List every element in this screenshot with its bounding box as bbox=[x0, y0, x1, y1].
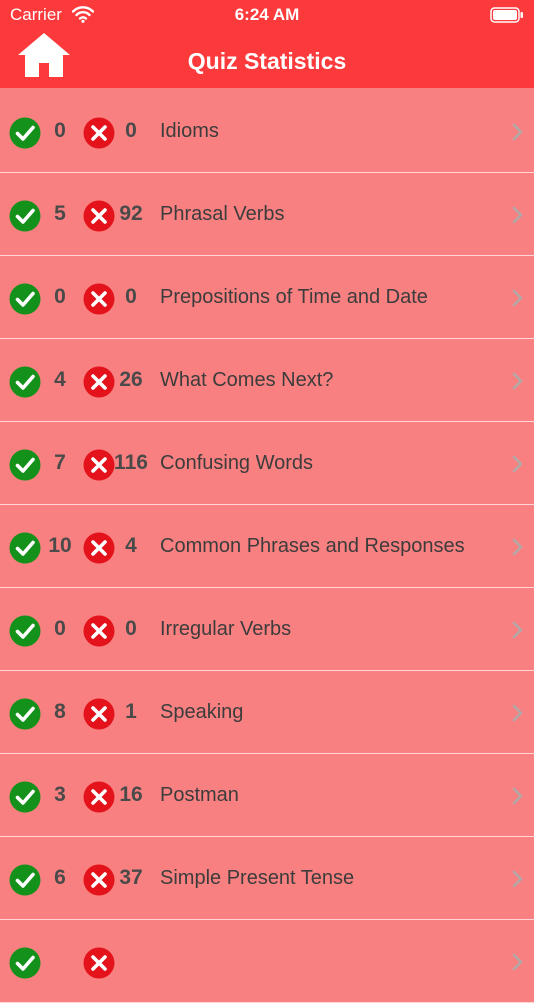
wrong-count: 116 bbox=[114, 451, 148, 474]
chevron-right-icon bbox=[512, 704, 523, 722]
check-circle-icon bbox=[9, 947, 41, 979]
check-circle-icon bbox=[9, 864, 41, 896]
quiz-name: Prepositions of Time and Date bbox=[160, 286, 428, 308]
x-circle-icon bbox=[83, 366, 115, 398]
x-circle-icon bbox=[83, 947, 115, 979]
stat-row[interactable] bbox=[0, 920, 534, 1003]
correct-count: 8 bbox=[54, 700, 66, 723]
navigation-bar: Carrier 6:24 AM Quiz Statistics bbox=[0, 0, 534, 88]
stat-row[interactable]: 0 0 Idioms bbox=[0, 90, 534, 173]
stat-row[interactable]: 7 116 Confusing Words bbox=[0, 422, 534, 505]
stat-row[interactable]: 6 37 Simple Present Tense bbox=[0, 837, 534, 920]
x-circle-icon bbox=[83, 532, 115, 564]
stat-row[interactable]: 0 0 Irregular Verbs bbox=[0, 588, 534, 671]
stat-row[interactable]: 10 4 Common Phrases and Responses bbox=[0, 505, 534, 588]
quiz-name: Speaking bbox=[160, 701, 244, 723]
x-circle-icon bbox=[83, 698, 115, 730]
wrong-count: 4 bbox=[125, 534, 137, 557]
chevron-right-icon bbox=[512, 206, 523, 224]
chevron-right-icon bbox=[512, 123, 523, 141]
battery-icon bbox=[490, 7, 523, 23]
correct-count: 5 bbox=[54, 202, 66, 225]
wrong-count: 16 bbox=[119, 783, 143, 806]
status-bar: Carrier 6:24 AM bbox=[0, 0, 534, 30]
correct-count: 4 bbox=[54, 368, 66, 391]
chevron-right-icon bbox=[512, 372, 523, 390]
chevron-right-icon bbox=[512, 870, 523, 888]
correct-count: 3 bbox=[54, 783, 66, 806]
check-circle-icon bbox=[9, 283, 41, 315]
x-circle-icon bbox=[83, 615, 115, 647]
check-circle-icon bbox=[9, 117, 41, 149]
check-circle-icon bbox=[9, 532, 41, 564]
x-circle-icon bbox=[83, 781, 115, 813]
page-title: Quiz Statistics bbox=[187, 48, 347, 74]
quiz-name: Irregular Verbs bbox=[160, 618, 292, 640]
quiz-name: Idioms bbox=[160, 120, 219, 142]
stat-row[interactable]: 5 92 Phrasal Verbs bbox=[0, 173, 534, 256]
chevron-right-icon bbox=[512, 621, 523, 639]
x-circle-icon bbox=[83, 200, 115, 232]
quiz-name: Phrasal Verbs bbox=[160, 203, 285, 225]
quiz-name: Postman bbox=[160, 784, 239, 806]
status-time: 6:24 AM bbox=[234, 5, 300, 24]
check-circle-icon bbox=[9, 781, 41, 813]
x-circle-icon bbox=[83, 864, 115, 896]
wrong-count: 37 bbox=[119, 866, 143, 889]
x-circle-icon bbox=[83, 449, 115, 481]
x-circle-icon bbox=[83, 283, 115, 315]
quiz-name: What Comes Next? bbox=[160, 369, 334, 391]
check-circle-icon bbox=[9, 698, 41, 730]
correct-count: 6 bbox=[54, 866, 66, 889]
wrong-count: 92 bbox=[119, 202, 143, 225]
stat-row[interactable]: 3 16 Postman bbox=[0, 754, 534, 837]
wrong-count: 0 bbox=[125, 119, 137, 142]
x-circle-icon bbox=[83, 117, 115, 149]
quiz-name: Simple Present Tense bbox=[160, 867, 355, 889]
correct-count: 0 bbox=[54, 617, 66, 640]
correct-count: 0 bbox=[54, 285, 66, 308]
quiz-statistics-list: 0 0 Idioms 5 92 Phrasal Verbs 0 0 Prepos… bbox=[0, 90, 534, 1003]
wrong-count: 0 bbox=[125, 285, 137, 308]
correct-count: 0 bbox=[54, 119, 66, 142]
chevron-right-icon bbox=[512, 455, 523, 473]
wrong-count: 1 bbox=[125, 700, 137, 723]
stat-row[interactable]: 4 26 What Comes Next? bbox=[0, 339, 534, 422]
wrong-count: 0 bbox=[125, 617, 137, 640]
quiz-name: Confusing Words bbox=[160, 452, 314, 474]
chevron-right-icon bbox=[512, 953, 523, 971]
stat-row[interactable]: 0 0 Prepositions of Time and Date bbox=[0, 256, 534, 339]
quiz-name: Common Phrases and Responses bbox=[160, 535, 465, 557]
stat-row[interactable]: 8 1 Speaking bbox=[0, 671, 534, 754]
check-circle-icon bbox=[9, 366, 41, 398]
correct-count: 7 bbox=[54, 451, 66, 474]
wrong-count: 26 bbox=[119, 368, 143, 391]
check-circle-icon bbox=[9, 615, 41, 647]
check-circle-icon bbox=[9, 200, 41, 232]
chevron-right-icon bbox=[512, 787, 523, 805]
correct-count: 10 bbox=[48, 534, 72, 557]
chevron-right-icon bbox=[512, 289, 523, 307]
chevron-right-icon bbox=[512, 538, 523, 556]
check-circle-icon bbox=[9, 449, 41, 481]
